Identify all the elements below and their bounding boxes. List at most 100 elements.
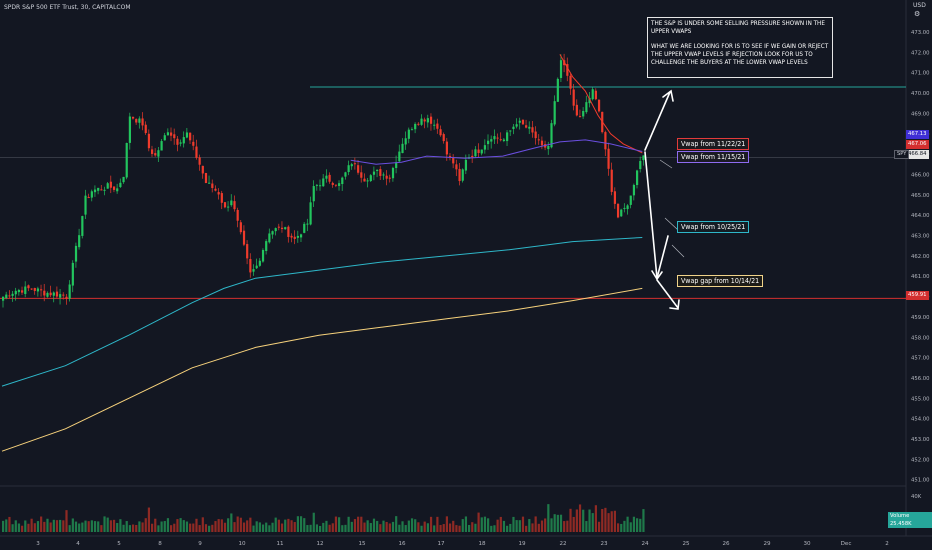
volume-bar — [509, 523, 512, 532]
volume-bar — [217, 519, 220, 532]
volume-bar — [125, 521, 128, 532]
volume-bar — [230, 513, 233, 532]
candle-body — [429, 116, 433, 124]
candle-body — [84, 195, 87, 215]
volume-bar — [433, 525, 436, 532]
candle-body — [347, 165, 350, 173]
candle-body — [490, 139, 493, 142]
volume-bar — [550, 518, 553, 532]
candle-body — [46, 292, 49, 297]
volume-bar — [211, 524, 214, 532]
volume-bar — [467, 524, 471, 532]
lock-scale-icon[interactable]: ⚙ — [914, 10, 920, 18]
volume-bar — [246, 520, 249, 532]
volume-bar — [239, 517, 242, 532]
volume-bar — [166, 518, 170, 532]
vwap-1115-label[interactable]: Vwap from 11/15/21 — [677, 151, 750, 163]
volume-bar — [62, 520, 65, 532]
candle-body — [261, 249, 265, 262]
candle-body — [246, 244, 249, 259]
volume-bar — [632, 516, 636, 532]
volume-bar — [87, 521, 90, 532]
currency-label[interactable]: USD — [913, 2, 926, 9]
volume-bar — [525, 525, 528, 532]
candle-body — [277, 226, 280, 228]
candle-body — [147, 133, 151, 149]
volume-bar — [144, 518, 147, 532]
vwap-1014-label[interactable]: Vwap gap from 10/14/21 — [677, 275, 764, 287]
volume-bar — [429, 516, 433, 532]
candle-body — [211, 183, 214, 189]
candle-body — [189, 132, 192, 141]
volume-bar — [119, 519, 122, 532]
candle-body — [626, 205, 629, 210]
volume-bar — [214, 521, 217, 532]
candle-body — [410, 129, 414, 131]
volume-bar — [43, 521, 46, 532]
volume-bar — [395, 516, 398, 532]
y-tick-label: 472.00 — [911, 50, 930, 56]
candle-body — [442, 134, 445, 142]
candle-body — [68, 284, 71, 299]
candle-body — [433, 124, 436, 126]
volume-bar — [236, 516, 239, 532]
volume-bar — [182, 520, 185, 532]
volume-bar — [106, 517, 109, 532]
volume-bar — [575, 509, 578, 532]
vwap-1025-label[interactable]: Vwap from 10/25/21 — [677, 221, 750, 233]
x-tick-label: 4 — [76, 541, 80, 547]
y-tick-label: 455.00 — [911, 396, 930, 402]
candle-body — [398, 151, 401, 162]
candle-body — [436, 123, 439, 129]
candle-body — [223, 202, 227, 208]
candle-body — [217, 192, 220, 195]
volume-bar — [559, 514, 563, 532]
forecast-tick — [671, 244, 685, 258]
candle-body — [14, 290, 17, 295]
volume-bar — [261, 524, 265, 532]
volume-bar — [59, 519, 62, 532]
volume-bar — [588, 509, 591, 532]
x-tick-label: 5 — [117, 541, 121, 547]
volume-bar — [417, 522, 420, 532]
volume-bar — [496, 519, 499, 532]
candle-body — [236, 209, 239, 221]
volume-bar — [2, 520, 5, 532]
volume-bar — [103, 516, 106, 532]
spy-chart[interactable]: 451.00 452.00 453.00 454.00 455.00 456.00 457.… — [0, 0, 932, 550]
volume-bar — [179, 518, 182, 532]
volume-bar — [195, 518, 198, 532]
candle-body — [78, 235, 81, 248]
candle-body — [306, 223, 309, 225]
volume-bar — [642, 509, 645, 532]
volume-bar — [293, 522, 296, 532]
volume-bar — [128, 525, 131, 532]
chart-title[interactable]: SPDR S&P 500 ETF Trust, 30, CAPITALCOM — [4, 4, 131, 11]
candle-body — [591, 89, 594, 100]
candle-body — [445, 141, 448, 155]
volume-bar — [556, 514, 559, 532]
y-tick-label: 458.00 — [911, 335, 930, 341]
volume-bar — [528, 519, 531, 532]
volume-bar — [534, 516, 537, 532]
candle-body — [357, 165, 360, 173]
candle-body — [334, 184, 338, 186]
volume-bar — [623, 520, 626, 532]
volume-bar — [414, 519, 417, 532]
vwap-1122-label[interactable]: Vwap from 11/22/21 — [677, 138, 750, 150]
candle-body — [388, 177, 391, 179]
candle-body — [21, 290, 24, 293]
volume-bar — [204, 524, 208, 532]
candle-body — [461, 169, 464, 181]
volume-bar — [518, 520, 521, 532]
volume-bar — [81, 522, 84, 532]
volume-bar — [170, 525, 173, 532]
arrow-down-line — [644, 151, 658, 279]
volume-bar — [629, 522, 632, 532]
candle-body — [540, 140, 544, 146]
volume-bar — [448, 523, 452, 532]
volume-bar — [493, 525, 496, 532]
volume-bar — [84, 520, 87, 532]
annotation-note[interactable]: THE S&P IS UNDER SOME SELLING PRESSURE S… — [647, 17, 833, 78]
candle-body — [230, 200, 233, 206]
